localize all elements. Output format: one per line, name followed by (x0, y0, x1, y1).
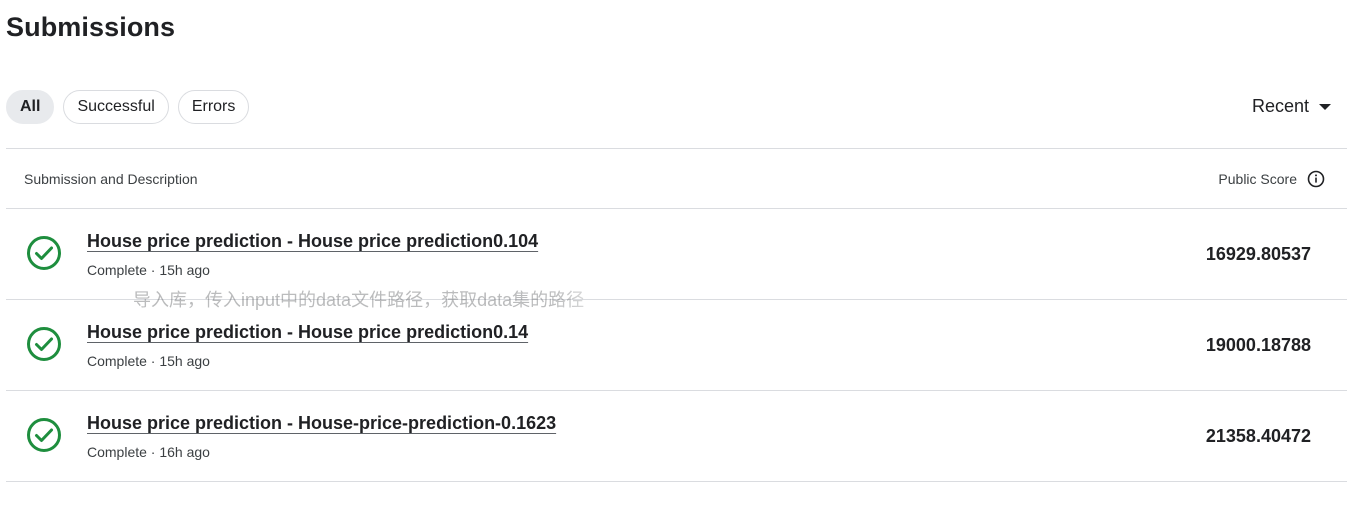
check-circle-icon (26, 417, 62, 453)
filter-chip-errors[interactable]: Errors (177, 90, 250, 124)
info-icon[interactable] (1307, 170, 1325, 188)
table-row: House price prediction - House price pre… (6, 300, 1347, 390)
submission-title-link[interactable]: House price prediction - House-price-pre… (87, 413, 556, 434)
page-title: Submissions (6, 12, 176, 42)
table-row: House price prediction - House price pre… (6, 209, 1347, 299)
public-score-value: 21358.40472 (1205, 426, 1311, 446)
filter-chip-successful[interactable]: Successful (63, 90, 169, 124)
submissions-page: Submissions All Successful Errors Recent… (0, 0, 1347, 524)
submission-title-link[interactable]: House price prediction - House price pre… (87, 322, 528, 343)
check-circle-icon (26, 326, 62, 362)
submission-status: Complete · 15h ago (87, 262, 210, 278)
caret-down-icon (1319, 104, 1331, 110)
table-header: Submission and Description Public Score (6, 149, 1347, 208)
table-row: House price prediction - House-price-pre… (6, 391, 1347, 481)
submissions-table: Submission and Description Public Score (6, 148, 1347, 482)
filter-chip-all[interactable]: All (6, 90, 55, 124)
divider (6, 481, 1347, 482)
header-public-score-label: Public Score (1218, 170, 1297, 187)
header-submission-description: Submission and Description (24, 170, 198, 187)
submission-status: Complete · 15h ago (87, 353, 210, 369)
check-circle-icon (26, 235, 62, 271)
sort-label: Recent (1251, 96, 1309, 116)
header-public-score: Public Score (1218, 170, 1347, 188)
submission-title-link[interactable]: House price prediction - House price pre… (87, 231, 538, 252)
public-score-value: 16929.80537 (1205, 244, 1311, 264)
public-score-value: 19000.18788 (1205, 335, 1311, 355)
submission-status: Complete · 16h ago (87, 444, 210, 460)
filter-chips: All Successful Errors (6, 90, 250, 124)
sort-dropdown[interactable]: Recent (1252, 96, 1331, 117)
